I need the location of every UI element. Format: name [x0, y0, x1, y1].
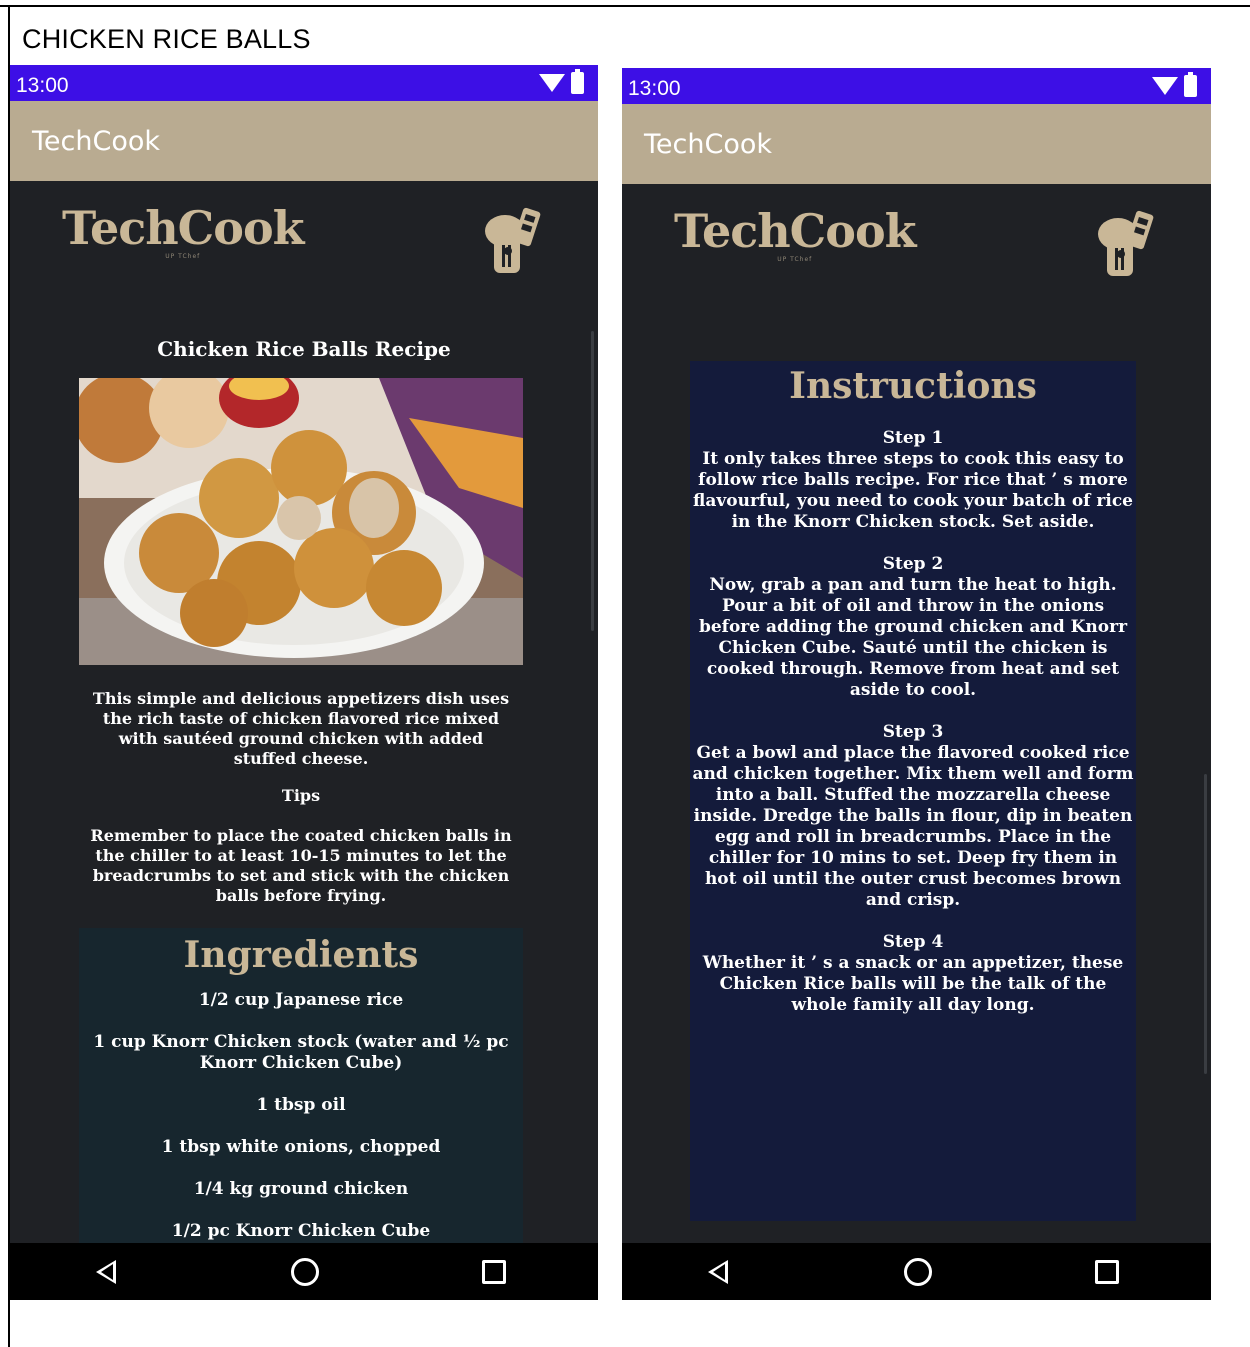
page-title: CHICKEN RICE BALLS	[22, 24, 311, 54]
nav-back-icon[interactable]	[96, 1260, 116, 1284]
scrollbar[interactable]	[591, 331, 594, 631]
battery-icon	[571, 69, 584, 94]
step-text: Get a bowl and place the flavored cooked…	[692, 743, 1134, 910]
app-title: TechCook	[644, 129, 772, 160]
status-bar: 13:00	[622, 68, 1211, 104]
step-label: Step 2	[882, 554, 944, 574]
navigation-bar	[10, 1243, 598, 1300]
status-icons	[539, 69, 584, 95]
nav-home-icon[interactable]	[903, 1258, 932, 1286]
logo-text: TechCook	[62, 201, 305, 255]
step-block: Step 2 Now, grab a pan and turn the heat…	[690, 554, 1136, 701]
navigation-bar	[622, 1243, 1211, 1300]
recipe-content[interactable]: TechCook UP TChef Chicken Rice Balls Rec…	[10, 181, 598, 1248]
left-phone-screen: 13:00 TechCook TechCook UP TChef Chicken…	[10, 65, 598, 1300]
chef-hat-utensils-icon	[1098, 210, 1154, 276]
step-label: Step 4	[882, 932, 944, 952]
nav-home-icon[interactable]	[291, 1258, 319, 1286]
ingredient-item: 1 tbsp oil	[256, 1095, 346, 1115]
scrollbar[interactable]	[1204, 774, 1207, 1074]
app-bar: TechCook	[622, 104, 1211, 184]
step-label: Step 3	[882, 722, 944, 742]
wifi-icon	[539, 74, 565, 92]
status-bar: 13:00	[10, 65, 598, 101]
ingredient-item: 1/2 cup Japanese rice	[198, 990, 404, 1010]
tips-label: Tips	[281, 786, 321, 805]
nav-recent-icon[interactable]	[482, 1260, 506, 1284]
chef-hat-utensils-icon	[485, 207, 541, 273]
tips-text: Remember to place the coated chicken bal…	[90, 826, 512, 905]
ingredient-item: 1/4 kg ground chicken	[193, 1179, 409, 1199]
nav-recent-icon[interactable]	[1095, 1260, 1119, 1284]
ingredient-item: 1 cup Knorr Chicken stock (water and ½ p…	[93, 1032, 509, 1073]
frame-border-top	[0, 5, 1250, 7]
ingredients-panel: Ingredients 1/2 cup Japanese rice 1 cup …	[79, 928, 523, 1248]
instructions-heading: Instructions	[789, 365, 1037, 407]
techcook-logo: TechCook UP TChef	[674, 204, 917, 263]
techcook-logo: TechCook UP TChef	[62, 201, 305, 260]
battery-icon	[1184, 72, 1197, 97]
app-title: TechCook	[32, 126, 160, 157]
chicken-rice-balls-photo	[79, 378, 523, 665]
instructions-panel: Instructions Step 1 It only takes three …	[690, 361, 1136, 1221]
ingredient-item: 1 tbsp white onions, chopped	[161, 1137, 441, 1157]
ingredient-item: 1/2 pc Knorr Chicken Cube	[171, 1221, 431, 1241]
recipe-content[interactable]: TechCook UP TChef Instructions Step 1 It…	[622, 184, 1211, 1243]
step-block: Step 4 Whether it ’ s a snack or an appe…	[690, 932, 1136, 1016]
status-time: 13:00	[628, 77, 681, 100]
app-bar: TechCook	[10, 101, 598, 181]
nav-back-icon[interactable]	[708, 1260, 728, 1284]
step-block: Step 3 Get a bowl and place the flavored…	[690, 722, 1136, 911]
step-text: It only takes three steps to cook this e…	[693, 449, 1133, 532]
wifi-icon	[1152, 77, 1178, 95]
step-block: Step 1 It only takes three steps to cook…	[690, 428, 1136, 533]
step-text: Now, grab a pan and turn the heat to hig…	[698, 575, 1128, 700]
recipe-description: This simple and delicious appetizers dis…	[92, 689, 510, 768]
status-time: 13:00	[16, 74, 69, 97]
right-phone-screen: 13:00 TechCook TechCook UP TChef Instruc…	[622, 68, 1211, 1300]
step-text: Whether it ’ s a snack or an appetizer, …	[702, 953, 1124, 1015]
recipe-title: Chicken Rice Balls Recipe	[157, 337, 451, 361]
step-label: Step 1	[882, 428, 944, 448]
ingredients-heading: Ingredients	[183, 934, 419, 976]
logo-text: TechCook	[674, 204, 917, 258]
status-icons	[1152, 72, 1197, 98]
